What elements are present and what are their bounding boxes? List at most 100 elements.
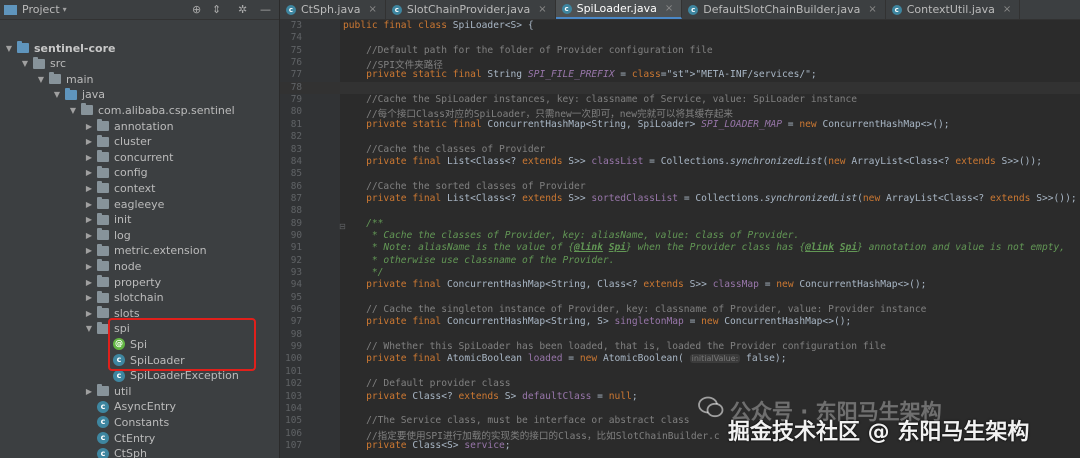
collapsed-arrow-icon[interactable]: ▶ xyxy=(84,122,94,131)
code-line[interactable]: 91 * Note: aliasName is the value of {@l… xyxy=(280,242,1080,254)
expanded-arrow-icon[interactable]: ▼ xyxy=(68,106,78,115)
code-line[interactable]: 81 private static final ConcurrentHashMa… xyxy=(280,119,1080,131)
code-line[interactable]: 85 xyxy=(280,168,1080,180)
collapsed-arrow-icon[interactable]: ▶ xyxy=(84,168,94,177)
tree-item[interactable]: ▶ metric.extension xyxy=(84,243,207,259)
collapsed-arrow-icon[interactable]: ▶ xyxy=(84,246,94,255)
tree-item[interactable]: ▶ cluster xyxy=(84,134,151,150)
editor-tab[interactable]: c SpiLoader.java × xyxy=(555,0,683,19)
code-line[interactable]: 89 /** xyxy=(280,218,1080,230)
tree-item[interactable]: ▶ init xyxy=(84,212,131,228)
close-icon[interactable]: × xyxy=(538,4,546,15)
code-line[interactable]: 103 private Class<? extends S> defaultCl… xyxy=(280,391,1080,403)
close-icon[interactable]: × xyxy=(368,4,376,15)
expanded-arrow-icon[interactable]: ▼ xyxy=(4,44,14,53)
tree-item[interactable]: ▶ slotchain xyxy=(84,290,164,306)
code-line[interactable]: 76 //SPI文件夹路径 xyxy=(280,57,1080,71)
tree-item[interactable]: ▼ main xyxy=(36,71,93,87)
code-line[interactable]: 79 //Cache the SpiLoader instances, key:… xyxy=(280,94,1080,106)
collapsed-arrow-icon[interactable]: ▶ xyxy=(84,153,94,162)
close-icon[interactable]: × xyxy=(868,4,876,15)
line-number: 105 xyxy=(285,415,302,427)
code-text: * otherwise use classname of the Provide… xyxy=(343,254,615,266)
code-line[interactable]: 90 * Cache the classes of Provider, key:… xyxy=(280,230,1080,242)
code-line[interactable]: 82 xyxy=(280,131,1080,143)
wechat-logo-icon xyxy=(698,396,724,418)
tree-item[interactable]: ▶ util xyxy=(84,383,131,399)
code-line[interactable]: 80 //每个接口Class对应的SpiLoader，只需new一次即可，new… xyxy=(280,106,1080,120)
package-icon xyxy=(96,290,110,305)
collapsed-arrow-icon[interactable]: ▶ xyxy=(84,215,94,224)
editor-tab[interactable]: c ContextUtil.java × xyxy=(886,0,1021,19)
code-line[interactable]: 92 * otherwise use classname of the Prov… xyxy=(280,255,1080,267)
code-line[interactable]: 95 xyxy=(280,292,1080,304)
collapsed-arrow-icon[interactable]: ▶ xyxy=(84,309,94,318)
code-line[interactable]: 74 xyxy=(280,32,1080,44)
collapsed-arrow-icon[interactable]: ▶ xyxy=(84,262,94,271)
code-text: //Cache the classes of Provider xyxy=(343,143,546,155)
line-number: 89 xyxy=(290,217,302,229)
code-text: private Class<S> service; xyxy=(366,439,511,451)
gear-icon[interactable]: ✲ xyxy=(238,3,247,16)
fold-marker-icon[interactable]: ⊟ xyxy=(339,222,346,231)
tree-item[interactable]: ▼ java xyxy=(52,87,105,103)
code-line[interactable]: 87 private final List<Class<? extends S>… xyxy=(280,193,1080,205)
collapsed-arrow-icon[interactable]: ▶ xyxy=(84,137,94,146)
expanded-arrow-icon[interactable]: ▼ xyxy=(84,324,94,333)
collapsed-arrow-icon[interactable]: ▶ xyxy=(84,278,94,287)
tree-item[interactable]: c AsyncEntry xyxy=(84,399,176,415)
expanded-arrow-icon[interactable]: ▼ xyxy=(36,75,46,84)
code-line[interactable]: 98 xyxy=(280,329,1080,341)
expanded-arrow-icon[interactable]: ▼ xyxy=(52,90,62,99)
collapsed-arrow-icon[interactable]: ▶ xyxy=(84,293,94,302)
code-line[interactable]: 84 private final List<Class<? extends S>… xyxy=(280,156,1080,168)
locate-icon[interactable]: ⊕ xyxy=(192,3,201,16)
tree-item[interactable]: ▶ annotation xyxy=(84,118,174,134)
tree-item[interactable]: ▼ src xyxy=(20,56,66,72)
code-line[interactable]: 100 private final AtomicBoolean loaded =… xyxy=(280,353,1080,365)
tree-item[interactable]: ▼ com.alibaba.csp.sentinel xyxy=(68,102,235,118)
code-line[interactable]: 99 // Whether this SpiLoader has been lo… xyxy=(280,341,1080,353)
editor-tab[interactable]: c DefaultSlotChainBuilder.java × xyxy=(682,0,886,19)
line-number: 79 xyxy=(290,94,302,106)
chevron-down-icon[interactable]: ▾ xyxy=(63,5,67,14)
code-line[interactable]: 97 private final ConcurrentHashMap<Strin… xyxy=(280,316,1080,328)
collapsed-arrow-icon[interactable]: ▶ xyxy=(84,184,94,193)
tree-item[interactable]: ▶ node xyxy=(84,258,141,274)
close-icon[interactable]: × xyxy=(1003,4,1011,15)
tree-item[interactable]: ▶ eagleeye xyxy=(84,196,164,212)
hide-icon[interactable]: — xyxy=(260,3,271,16)
code-line[interactable]: 77 private static final String SPI_FILE_… xyxy=(280,69,1080,81)
collapsed-arrow-icon[interactable]: ▶ xyxy=(84,231,94,240)
code-line[interactable]: 78 xyxy=(280,81,1080,94)
collapsed-arrow-icon[interactable]: ▶ xyxy=(84,200,94,209)
close-icon[interactable]: × xyxy=(665,3,673,14)
project-panel-title[interactable]: Project xyxy=(22,3,60,16)
collapse-icon[interactable]: ⇕ xyxy=(212,3,221,16)
code-line[interactable]: 93 */ xyxy=(280,267,1080,279)
code-line[interactable]: 96 // Cache the singleton instance of Pr… xyxy=(280,304,1080,316)
tree-item[interactable]: ▶ property xyxy=(84,274,161,290)
tree-item[interactable]: ▶ log xyxy=(84,227,131,243)
tree-item[interactable]: ▶ context xyxy=(84,180,155,196)
tree-item[interactable]: c CtSph xyxy=(84,446,147,458)
tree-item[interactable]: ▶ concurrent xyxy=(84,149,173,165)
code-line[interactable]: 102 // Default provider class xyxy=(280,378,1080,390)
editor-tab[interactable]: c CtSph.java × xyxy=(280,0,386,19)
code-editor[interactable]: c CtSph.java × c SlotChainProvider.java × c Spi… xyxy=(280,0,1080,458)
collapsed-arrow-icon[interactable]: ▶ xyxy=(84,387,94,396)
code-line[interactable]: 88 xyxy=(280,205,1080,217)
code-line[interactable]: 73 public final class SpiLoader<S> { xyxy=(280,20,1080,32)
expanded-arrow-icon[interactable]: ▼ xyxy=(20,59,30,68)
code-line[interactable]: 83 //Cache the classes of Provider xyxy=(280,144,1080,156)
code-line[interactable]: 94 private final ConcurrentHashMap<Strin… xyxy=(280,279,1080,291)
tree-item-label: SpiLoaderException xyxy=(130,369,239,383)
code-line[interactable]: 101 xyxy=(280,366,1080,378)
tree-item[interactable]: c CtEntry xyxy=(84,430,155,446)
tree-item[interactable]: ▼ sentinel-core xyxy=(4,40,115,56)
tree-item[interactable]: c Constants xyxy=(84,414,169,430)
code-line[interactable]: 86 //Cache the sorted classes of Provide… xyxy=(280,181,1080,193)
tree-item[interactable]: ▶ config xyxy=(84,165,148,181)
editor-tab[interactable]: c SlotChainProvider.java × xyxy=(386,0,556,19)
code-line[interactable]: 75 //Default path for the folder of Prov… xyxy=(280,45,1080,57)
